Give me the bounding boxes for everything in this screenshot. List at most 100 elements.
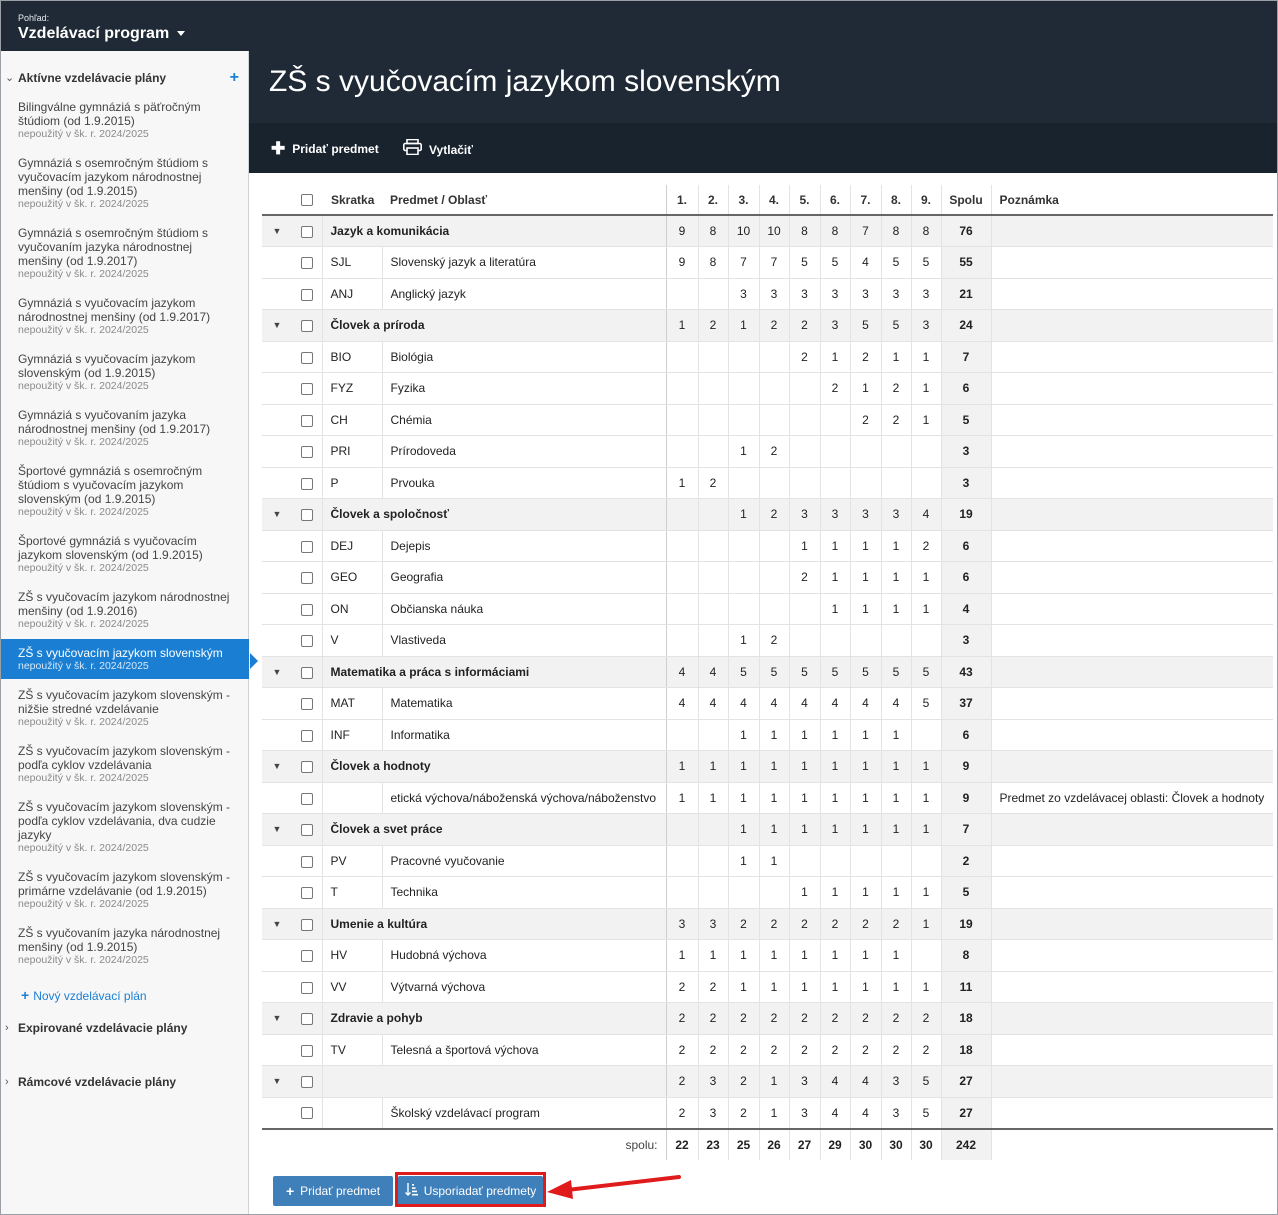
checkbox[interactable] [300, 635, 313, 648]
toggle-cell[interactable]: ▼ [262, 750, 292, 783]
select-cell[interactable] [292, 971, 322, 1003]
checkbox[interactable] [300, 761, 313, 774]
section-active-plans[interactable]: ⌄ Aktívne vzdelávacie plány + [1, 68, 249, 88]
sidebar-plan-item[interactable]: Gymnáziá s osemročným štúdiom s vyučovací… [1, 156, 249, 210]
checkbox[interactable] [300, 1044, 313, 1057]
checkbox[interactable] [300, 572, 313, 585]
select-cell[interactable] [292, 1097, 322, 1129]
section-framework-plans[interactable]: › Rámcové vzdelávacie plány [1, 1072, 249, 1092]
sidebar-plan-item[interactable]: ZŠ s vyučovacím jazykom slovenským - nižš… [1, 688, 249, 728]
caret-down-icon[interactable]: ▼ [273, 824, 282, 834]
checkbox[interactable] [300, 1107, 313, 1120]
sidebar-plan-item[interactable]: Bilingválne gymnáziá s päťročným štúdiom … [1, 100, 249, 140]
checkbox[interactable] [300, 1076, 313, 1089]
sidebar-plan-item[interactable]: Gymnáziá s vyučovaním jazyka národnostnej… [1, 408, 249, 448]
sidebar-plan-item[interactable]: Gymnáziá s vyučovacím jazykom slovenským … [1, 352, 249, 392]
checkbox[interactable] [300, 887, 313, 900]
toolbar-add-subject-button[interactable]: ✚ Pridať predmet [271, 139, 379, 159]
checkbox[interactable] [300, 446, 313, 459]
select-cell[interactable] [292, 656, 322, 688]
select-cell[interactable] [292, 750, 322, 783]
checkbox[interactable] [300, 729, 313, 742]
sidebar-plan-item[interactable]: ZŠ s vyučovacím jazykom národnostnej menš… [1, 590, 249, 630]
select-cell[interactable] [292, 404, 322, 436]
checkbox[interactable] [300, 792, 313, 805]
new-plan-link[interactable]: + Nový vzdelávací plán [21, 987, 147, 1003]
select-cell[interactable] [292, 593, 322, 625]
select-cell[interactable] [292, 278, 322, 310]
toggle-cell[interactable]: ▼ [262, 1065, 292, 1098]
toggle-cell[interactable]: ▼ [262, 1002, 292, 1035]
toggle-cell[interactable]: ▼ [262, 813, 292, 846]
select-cell[interactable] [292, 1002, 322, 1035]
checkbox[interactable] [300, 1013, 313, 1026]
select-cell[interactable] [292, 908, 322, 940]
toggle-cell[interactable]: ▼ [262, 656, 292, 688]
header-select-all[interactable] [292, 185, 322, 216]
select-cell[interactable] [292, 1034, 322, 1066]
caret-down-icon[interactable]: ▼ [273, 667, 282, 677]
checkbox[interactable] [300, 698, 313, 711]
sidebar-plan-item[interactable]: ZŠ s vyučovacím jazykom slovenským - podľ… [1, 800, 249, 854]
sidebar-plan-item[interactable]: ZŠ s vyučovaním jazyka národnostnej menši… [1, 926, 249, 966]
select-cell[interactable] [292, 530, 322, 562]
caret-down-icon[interactable]: ▼ [273, 320, 282, 330]
checkbox[interactable] [300, 981, 313, 994]
checkbox[interactable] [301, 194, 313, 207]
checkbox[interactable] [300, 855, 313, 868]
caret-down-icon[interactable]: ▼ [273, 1013, 282, 1023]
toggle-cell[interactable]: ▼ [262, 309, 292, 342]
toggle-cell[interactable]: ▼ [262, 498, 292, 531]
caret-down-icon[interactable]: ▼ [273, 919, 282, 929]
sidebar-plan-item[interactable]: Športové gymnáziá s osemročným štúdiom s … [1, 464, 249, 518]
sidebar-plan-item[interactable]: Gymnáziá s vyučovacím jazykom národnostne… [1, 296, 249, 336]
select-cell[interactable] [292, 341, 322, 373]
checkbox[interactable] [300, 477, 313, 490]
checkbox[interactable] [300, 509, 313, 522]
select-cell[interactable] [292, 561, 322, 594]
select-cell[interactable] [292, 246, 322, 279]
checkbox[interactable] [300, 540, 313, 553]
select-cell[interactable] [292, 309, 322, 342]
caret-down-icon[interactable]: ▼ [273, 1076, 282, 1086]
checkbox[interactable] [300, 225, 313, 238]
sidebar-plan-item[interactable]: ZŠ s vyučovacím jazykom slovenským - podľ… [1, 744, 249, 784]
plus-icon[interactable]: + [230, 68, 239, 88]
select-cell[interactable] [292, 782, 322, 814]
sidebar-plan-item[interactable]: Športové gymnáziá s vyučovacím jazykom sl… [1, 534, 249, 574]
select-cell[interactable] [292, 215, 322, 247]
select-cell[interactable] [292, 1065, 322, 1098]
toggle-cell[interactable]: ▼ [262, 908, 292, 940]
checkbox[interactable] [300, 383, 313, 396]
select-cell[interactable] [292, 435, 322, 468]
select-cell[interactable] [292, 845, 322, 877]
select-cell[interactable] [292, 624, 322, 657]
toolbar-print-button[interactable]: Vytlačiť [403, 138, 473, 160]
select-cell[interactable] [292, 939, 322, 972]
checkbox[interactable] [300, 288, 313, 301]
checkbox[interactable] [300, 320, 313, 333]
toggle-cell[interactable]: ▼ [262, 215, 292, 247]
select-cell[interactable] [292, 876, 322, 909]
checkbox[interactable] [300, 950, 313, 963]
sidebar-plan-item[interactable]: ZŠ s vyučovacím jazykom slovenským - prim… [1, 870, 249, 910]
view-switcher[interactable]: Pohľad: Vzdelávací program [1, 1, 249, 51]
select-cell[interactable] [292, 813, 322, 846]
checkbox[interactable] [300, 918, 313, 931]
section-expired-plans[interactable]: › Expirované vzdelávacie plány [1, 1018, 249, 1038]
sidebar-plan-item[interactable]: Gymnáziá s osemročným štúdiom s vyučovaní… [1, 226, 249, 280]
caret-down-icon[interactable]: ▼ [273, 226, 282, 236]
add-subject-button[interactable]: + Pridať predmet [273, 1176, 393, 1206]
checkbox[interactable] [300, 603, 313, 616]
select-cell[interactable] [292, 498, 322, 531]
select-cell[interactable] [292, 687, 322, 720]
caret-down-icon[interactable]: ▼ [273, 509, 282, 519]
select-cell[interactable] [292, 372, 322, 405]
select-cell[interactable] [292, 467, 322, 499]
checkbox[interactable] [300, 351, 313, 364]
checkbox[interactable] [300, 824, 313, 837]
checkbox[interactable] [300, 666, 313, 679]
select-cell[interactable] [292, 719, 322, 751]
checkbox[interactable] [300, 414, 313, 427]
checkbox[interactable] [300, 257, 313, 270]
